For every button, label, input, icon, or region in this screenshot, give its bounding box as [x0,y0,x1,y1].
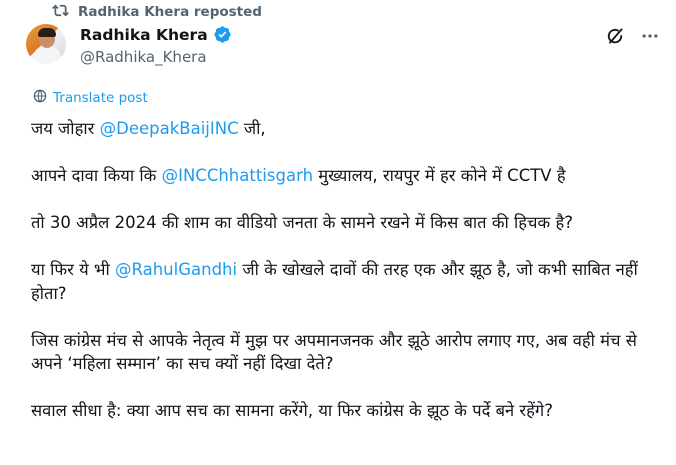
verified-badge-icon [213,25,232,44]
post-body: जय जोहार @DeepakBaijINC जी, आपने दावा कि… [31,117,671,446]
post-paragraph-5: जिस कांग्रेस मंच से आपके नेतृत्व में मुझ… [31,330,643,374]
author-display-name[interactable]: Radhika Khera [80,26,208,44]
translate-label[interactable]: Translate post [53,90,148,106]
mention-incchhattisgarh[interactable]: @INCChhattisgarh [162,166,313,185]
repost-icon [52,2,69,23]
post-paragraph-4: या फिर ये भी @RahulGandhi जी के खोखले दा… [31,260,644,303]
mention-rahulgandhi[interactable]: @RahulGandhi [115,260,237,279]
avatar[interactable] [26,24,66,64]
author-name-row[interactable]: Radhika Khera [80,25,232,44]
repost-label: Radhika Khera reposted [78,4,262,20]
author-handle[interactable]: @Radhika_Khera [80,48,207,66]
translate-icon [32,88,48,108]
grok-button[interactable] [604,27,626,49]
more-options-button[interactable] [638,27,662,49]
grok-icon [605,26,625,50]
repost-indicator[interactable]: Radhika Khera reposted [52,3,262,21]
post-paragraph-1: जय जोहार @DeepakBaijINC जी, [31,119,266,138]
mention-deepakbaijinc[interactable]: @DeepakBaijINC [100,119,239,138]
post-paragraph-2: आपने दावा किया कि @INCChhattisgarh मुख्य… [31,166,566,185]
more-icon [640,26,660,50]
post-paragraph-3: तो 30 अप्रैल 2024 की शाम का वीडियो जनता … [31,213,573,232]
tweet-card[interactable]: Radhika Khera reposted Radhika Khera @Ra… [0,0,676,465]
translate-post-link[interactable]: Translate post [32,89,148,107]
post-paragraph-6: सवाल सीधा है: क्या आप सच का सामना करेंगे… [31,401,553,420]
